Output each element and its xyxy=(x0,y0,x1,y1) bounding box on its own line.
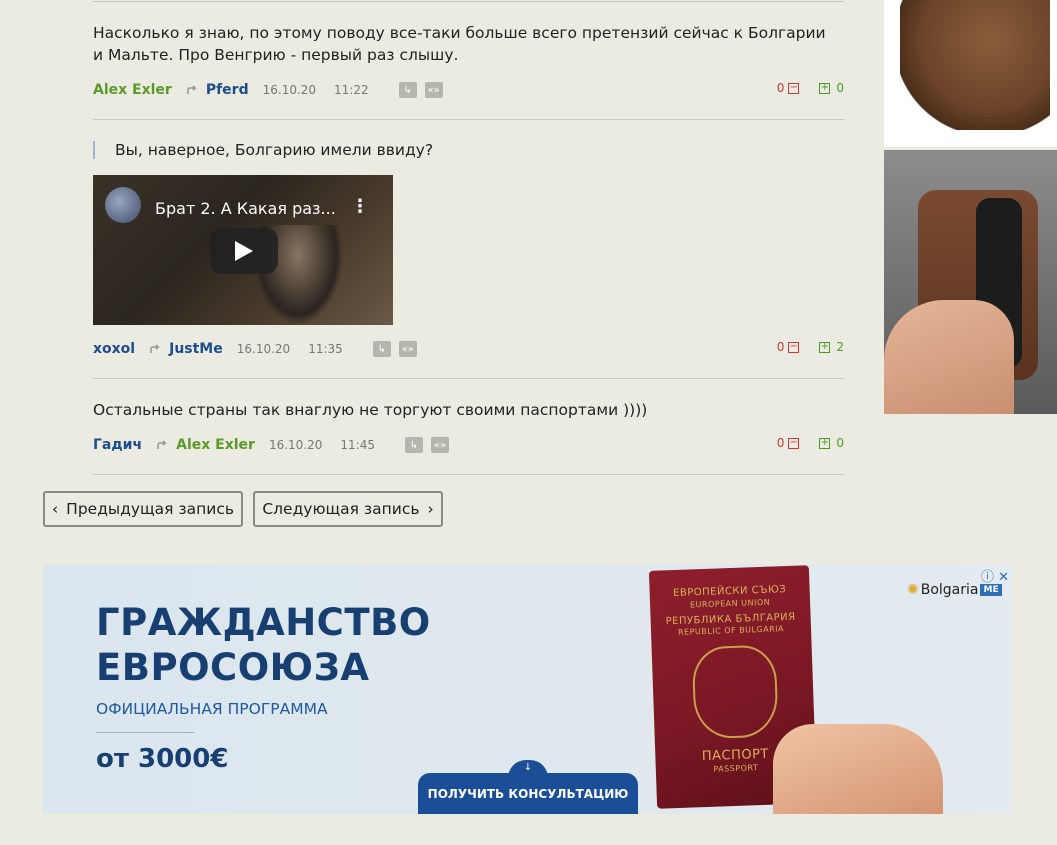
comment-time: 11:35 xyxy=(308,342,343,356)
more-options-icon[interactable]: ⋮ xyxy=(351,198,369,216)
comment-date: 16.10.20 xyxy=(262,83,317,97)
comment-author[interactable]: xoxol xyxy=(93,341,135,357)
next-post-button[interactable]: Следующая запись › xyxy=(253,491,443,527)
hand-image xyxy=(884,300,1014,414)
channel-avatar[interactable] xyxy=(105,187,141,223)
plus-count: 2 xyxy=(836,340,844,354)
close-icon[interactable]: ✕ xyxy=(998,570,1009,585)
info-icon[interactable]: ⓘ xyxy=(981,570,994,585)
vote-minus-icon[interactable]: − xyxy=(788,82,800,94)
comment-divider xyxy=(93,1,844,2)
reply-arrow-icon xyxy=(187,85,197,94)
comment-time: 11:22 xyxy=(334,83,369,97)
comment-votes: 0 − + 2 xyxy=(777,337,844,357)
ad-headline-line2: ЕВРОСОЮЗА xyxy=(96,646,370,689)
vote-minus-icon[interactable]: − xyxy=(788,437,800,449)
consultation-button[interactable]: ПОЛУЧИТЬ КОНСУЛЬТАЦИЮ xyxy=(418,773,638,814)
comment-quote: Вы, наверное, Болгарию имели ввиду? xyxy=(93,141,433,159)
ad-price: от 3000€ xyxy=(96,744,229,774)
reply-to-author[interactable]: Pferd xyxy=(206,82,249,98)
banner-ad[interactable]: ГРАЖДАНСТВО ЕВРОСОЮЗА ОФИЦИАЛЬНАЯ ПРОГРА… xyxy=(43,564,1013,814)
quote-icon[interactable]: «» xyxy=(430,437,449,453)
prev-post-label: Предыдущая запись xyxy=(66,500,235,518)
reply-icon[interactable]: ↳ xyxy=(372,341,391,357)
comment-date: 16.10.20 xyxy=(236,342,291,356)
vote-plus-icon[interactable]: + xyxy=(819,82,831,94)
minus-count: 0 xyxy=(776,81,785,95)
sidebar-ad-jacket[interactable] xyxy=(884,0,1057,147)
ad-brand-name: Bolgaria xyxy=(920,582,979,598)
prev-post-button[interactable]: ‹ Предыдущая запись xyxy=(43,491,243,527)
comment-time: 11:45 xyxy=(340,438,375,452)
plus-count: 0 xyxy=(836,436,844,450)
chevron-left-icon: ‹ xyxy=(51,500,59,518)
comment-votes: 0 − + 0 xyxy=(777,78,844,98)
ad-brand-badge: ME xyxy=(980,584,1002,596)
comment-text: Насколько я знаю, по этому поводу все-та… xyxy=(93,24,826,64)
comment-meta: xoxol JustMe 16.10.20 11:35 ↳ «» xyxy=(93,339,417,359)
comment-votes: 0 − + 0 xyxy=(777,433,844,453)
minus-count: 0 xyxy=(776,436,785,450)
ad-headline-line1: ГРАЖДАНСТВО xyxy=(96,601,431,644)
play-icon xyxy=(235,241,253,261)
reply-to-author[interactable]: JustMe xyxy=(169,341,223,357)
sidebar-ad-holster[interactable] xyxy=(884,150,1057,414)
minus-count: 0 xyxy=(776,340,785,354)
comment-date: 16.10.20 xyxy=(268,438,323,452)
comment-meta: Гадич Alex Exler 16.10.20 11:45 ↳ «» xyxy=(93,435,449,455)
quote-icon[interactable]: «» xyxy=(398,341,417,357)
sun-logo-icon: ✺ xyxy=(907,582,919,598)
comment-meta: Alex Exler Pferd 16.10.20 11:22 ↳ «» xyxy=(93,80,443,100)
jacket-image xyxy=(900,0,1050,130)
vote-plus-icon[interactable]: + xyxy=(819,437,831,449)
plus-count: 0 xyxy=(836,81,844,95)
vote-minus-icon[interactable]: − xyxy=(788,341,800,353)
vote-plus-icon[interactable]: + xyxy=(819,341,831,353)
reply-icon[interactable]: ↳ xyxy=(404,437,423,453)
video-title[interactable]: Брат 2. А Какая раз... xyxy=(155,199,336,218)
reply-arrow-icon xyxy=(157,440,168,449)
quote-icon[interactable]: «» xyxy=(424,82,443,98)
hand-image xyxy=(773,724,943,814)
ad-divider xyxy=(96,732,194,733)
comment-divider xyxy=(93,119,844,120)
reply-icon[interactable]: ↳ xyxy=(398,82,417,98)
play-button[interactable] xyxy=(210,228,278,274)
next-post-label: Следующая запись xyxy=(262,500,420,518)
ad-headline: ГРАЖДАНСТВО ЕВРОСОЮЗА xyxy=(96,600,431,690)
comment-text: Остальные страны так внаглую не торгуют … xyxy=(93,401,648,419)
ad-subtitle: ОФИЦИАЛЬНАЯ ПРОГРАММА xyxy=(96,700,328,718)
comment-author[interactable]: Alex Exler xyxy=(93,82,172,98)
comment-author[interactable]: Гадич xyxy=(93,437,142,453)
video-embed[interactable]: Брат 2. А Какая раз... ⋮ xyxy=(93,175,393,325)
comment-divider xyxy=(93,378,844,379)
reply-to-author[interactable]: Alex Exler xyxy=(176,437,255,453)
ad-choices[interactable]: ⓘ ✕ xyxy=(981,566,1009,585)
chevron-right-icon: › xyxy=(427,500,434,518)
comment-divider xyxy=(93,474,844,475)
reply-arrow-icon xyxy=(150,344,161,353)
coat-of-arms-icon xyxy=(691,644,779,740)
